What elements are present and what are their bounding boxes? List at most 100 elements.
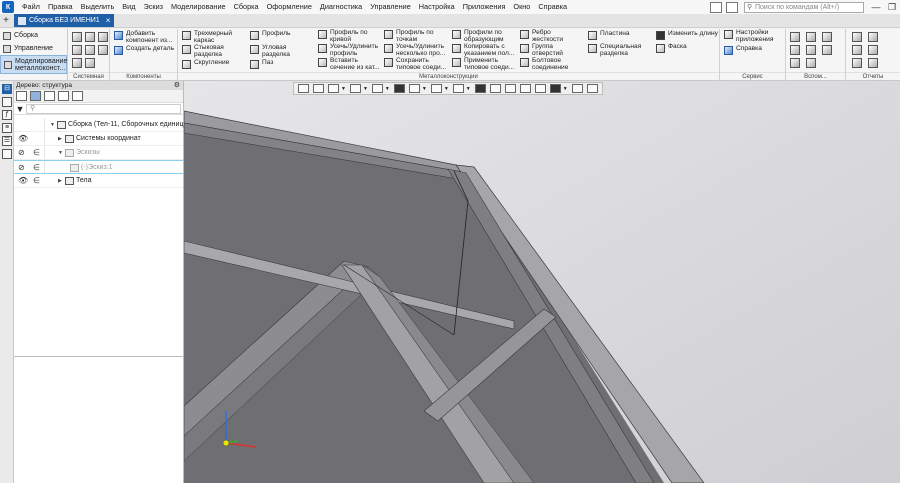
mode-management[interactable]: Управление bbox=[0, 42, 67, 55]
report-list-icon[interactable] bbox=[868, 45, 878, 55]
report-mass-icon[interactable] bbox=[868, 58, 878, 68]
properties-panel-icon[interactable] bbox=[2, 97, 12, 107]
special-cut-button[interactable]: Специальная разделка bbox=[588, 43, 643, 58]
menu-sketch[interactable]: Эскиз bbox=[139, 0, 167, 14]
insert-section-button[interactable]: Вставить сечение из кат... bbox=[318, 57, 380, 72]
dropdown-arrow-icon[interactable]: ▼ bbox=[385, 86, 390, 92]
save-typical-joint-button[interactable]: Сохранить типовое соеди... bbox=[384, 57, 448, 72]
menu-help[interactable]: Справка bbox=[534, 0, 571, 14]
measure-icon[interactable] bbox=[586, 84, 598, 93]
objects-list-icon[interactable]: ☰ bbox=[2, 136, 12, 146]
tree-options-dropdown-icon[interactable] bbox=[72, 91, 83, 101]
view-orientation-icon[interactable] bbox=[430, 84, 442, 93]
aux-offset-icon[interactable] bbox=[822, 45, 832, 55]
aux-point-icon[interactable] bbox=[806, 32, 816, 42]
zoom-fit-icon[interactable] bbox=[298, 84, 309, 93]
collapse-arrow-icon[interactable]: ▶ bbox=[58, 132, 65, 146]
rotate-icon[interactable] bbox=[371, 84, 383, 93]
menu-drafting[interactable]: Оформление bbox=[263, 0, 316, 14]
document-tab[interactable]: Сборка БЕЗ ИМЕНИ1 × bbox=[14, 14, 115, 27]
slot-button[interactable]: Паз bbox=[250, 59, 273, 69]
change-length-button[interactable]: Изменить длину bbox=[656, 30, 718, 40]
tree-panel-toggle-icon[interactable]: ⊟ bbox=[2, 84, 12, 94]
edit-style-icon[interactable] bbox=[571, 84, 583, 93]
filter-funnel-icon[interactable]: ▼ bbox=[14, 104, 26, 114]
profile-by-points-button[interactable]: Профиль по точкам bbox=[384, 29, 448, 44]
hidden-eye-icon[interactable]: ⊘ bbox=[18, 161, 25, 175]
tree-row-bodies[interactable]: 👁 ∈ ▶ Тела bbox=[14, 174, 183, 188]
app-settings-button[interactable]: Настройки приложения bbox=[724, 29, 784, 44]
close-tab-icon[interactable]: × bbox=[106, 16, 111, 25]
fillet-button[interactable]: Скругление bbox=[182, 59, 229, 69]
expand-arrow-icon[interactable]: ▼ bbox=[58, 146, 65, 160]
aux-curve-icon[interactable] bbox=[822, 32, 832, 42]
visibility-eye-icon[interactable]: 👁 bbox=[18, 132, 28, 146]
aux-plane-icon[interactable] bbox=[790, 45, 800, 55]
undo-icon[interactable] bbox=[72, 58, 82, 68]
menu-diagnostics[interactable]: Диагностика bbox=[316, 0, 366, 14]
tree-expand-icon[interactable] bbox=[58, 91, 69, 101]
copy-icon[interactable] bbox=[85, 45, 95, 55]
hole-group-button[interactable]: Группа отверстий bbox=[520, 43, 570, 58]
hide-elements-icon[interactable] bbox=[489, 84, 501, 93]
paste-icon[interactable] bbox=[98, 45, 108, 55]
help-button[interactable]: Справка bbox=[724, 45, 762, 55]
restore-button[interactable]: ❐ bbox=[884, 0, 900, 14]
tree-row-assembly[interactable]: ▼ Сборка (Тел-11, Сборочных единиц-... bbox=[14, 118, 192, 132]
aux-axis-icon[interactable] bbox=[806, 45, 816, 55]
menu-view[interactable]: Вид bbox=[118, 0, 139, 14]
layers-panel-icon[interactable]: ≡ bbox=[2, 123, 12, 133]
print-icon[interactable] bbox=[72, 45, 82, 55]
aux-line-icon[interactable] bbox=[806, 58, 816, 68]
menu-modeling[interactable]: Моделирование bbox=[167, 0, 230, 14]
snap-toggle-icon[interactable] bbox=[474, 84, 486, 93]
trim-extend-multi-button[interactable]: Усечь/Удлинить несколько про... bbox=[384, 43, 448, 58]
report-spec-icon[interactable] bbox=[852, 32, 862, 42]
tree-row-sketches[interactable]: ⊘ ∈ ▼ Эскизы bbox=[14, 146, 183, 160]
minimize-button[interactable]: — bbox=[868, 0, 884, 14]
report-table-icon[interactable] bbox=[868, 32, 878, 42]
menu-file[interactable]: Файл bbox=[18, 0, 44, 14]
zoom-window-icon[interactable] bbox=[313, 84, 324, 93]
menu-window[interactable]: Окно bbox=[509, 0, 534, 14]
filter-icon[interactable] bbox=[549, 84, 561, 93]
variables-fx-icon[interactable]: ƒ bbox=[2, 110, 12, 120]
dropdown-arrow-icon[interactable]: ▼ bbox=[422, 86, 427, 92]
open-folder-icon[interactable] bbox=[85, 32, 95, 42]
mode-assembly[interactable]: Сборка bbox=[0, 29, 67, 42]
redo-icon[interactable] bbox=[85, 58, 95, 68]
section-view-icon[interactable] bbox=[452, 84, 464, 93]
trim-extend-profile-button[interactable]: Усечь/Удлинить профиль bbox=[318, 43, 380, 58]
perspective-icon[interactable] bbox=[534, 84, 546, 93]
report-edit-icon[interactable] bbox=[852, 45, 862, 55]
dropdown-arrow-icon[interactable]: ▼ bbox=[363, 86, 368, 92]
3d-frame-button[interactable]: Трехмерный каркас bbox=[182, 30, 237, 45]
create-part-button[interactable]: Создать деталь bbox=[114, 45, 174, 55]
stiffener-button[interactable]: Ребро жесткости bbox=[520, 29, 570, 44]
new-document-icon[interactable] bbox=[72, 32, 82, 42]
tree-build-order-icon[interactable] bbox=[30, 91, 41, 101]
new-tab-button[interactable]: + bbox=[0, 15, 12, 26]
layers-visibility-icon[interactable] bbox=[519, 84, 531, 93]
command-search-input[interactable]: ⚲ Поиск по командам (Alt+/) bbox=[744, 1, 864, 13]
wireframe-mode-icon[interactable] bbox=[408, 84, 420, 93]
aux-cs-icon[interactable] bbox=[790, 58, 800, 68]
apply-typical-joint-button[interactable]: Применить типовое соеди... bbox=[452, 57, 516, 72]
menu-edit[interactable]: Правка bbox=[44, 0, 77, 14]
corner-cut-button[interactable]: Угловая разделка bbox=[250, 44, 305, 59]
plate-button[interactable]: Пластина bbox=[588, 30, 630, 40]
shaded-mode-icon[interactable] bbox=[393, 84, 405, 93]
bolt-joint-button[interactable]: Болтовое соединение bbox=[520, 57, 570, 72]
mode-metal-structures[interactable]: Моделирование металлоконст... bbox=[0, 55, 67, 74]
profile-by-curve-button[interactable]: Профиль по кривой bbox=[318, 29, 380, 44]
tree-settings-gear-icon[interactable]: ⚙ bbox=[174, 81, 180, 90]
collapse-arrow-icon[interactable]: ▶ bbox=[58, 174, 65, 188]
menu-settings[interactable]: Настройка bbox=[415, 0, 459, 14]
report-export-icon[interactable] bbox=[852, 58, 862, 68]
dropdown-arrow-icon[interactable]: ▼ bbox=[444, 86, 449, 92]
tree-row-coordinate-systems[interactable]: 👁 ▶ Системы координат bbox=[14, 132, 183, 146]
add-component-button[interactable]: Добавить компонент из... bbox=[114, 30, 178, 45]
display-control-icon[interactable] bbox=[504, 84, 516, 93]
app-logo-icon[interactable]: К bbox=[2, 1, 14, 13]
tree-structure-view-icon[interactable] bbox=[16, 91, 27, 101]
